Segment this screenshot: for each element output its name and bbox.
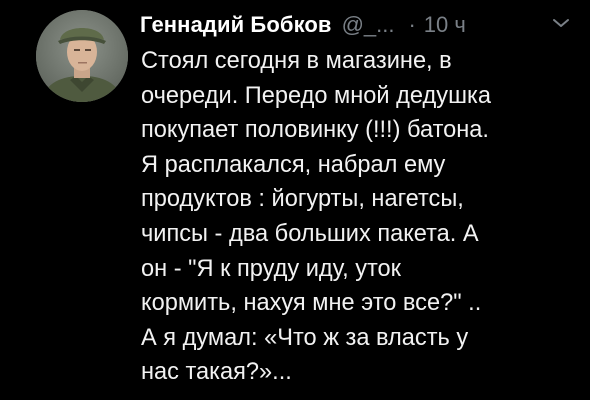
tweet-text-line: продуктов : йогурты, нагетсы, <box>141 186 464 213</box>
tweet-text-line: покупает половинку (!!!) батона. <box>141 117 489 144</box>
separator-dot: · <box>408 12 416 37</box>
tweet-text-line: кормить, нахуя мне это все?" .. <box>141 290 482 317</box>
tweet-text-line: Стоял сегодня в магазине, в <box>141 48 452 74</box>
timestamp[interactable]: 10 ч <box>424 12 466 38</box>
tweet-text-line: Я расплакался, набрал ему <box>141 151 446 178</box>
avatar-image <box>36 10 128 102</box>
tweet-header: Геннадий Бобков @_... · 10 ч <box>140 10 466 40</box>
tweet-text-line: чипсы - два больших пакета. А <box>141 220 479 247</box>
chevron-down-icon[interactable] <box>551 16 571 30</box>
author-handle[interactable]: @_... <box>342 12 395 38</box>
tweet: Геннадий Бобков @_... · 10 ч Стоял сегод… <box>0 0 590 400</box>
tweet-text-line: А я думал: «Что ж за власть у <box>141 324 469 351</box>
avatar[interactable] <box>36 10 128 102</box>
tweet-text-line: нас такая?»... <box>141 359 292 386</box>
tweet-text-line: очереди. Передо мной дедушка <box>141 82 491 109</box>
author-name[interactable]: Геннадий Бобков <box>140 12 332 38</box>
tweet-text-line: он - "Я к пруду иду, уток <box>141 255 402 282</box>
tweet-text: Стоял сегодня в магазине, в очереди. Пер… <box>141 44 586 390</box>
